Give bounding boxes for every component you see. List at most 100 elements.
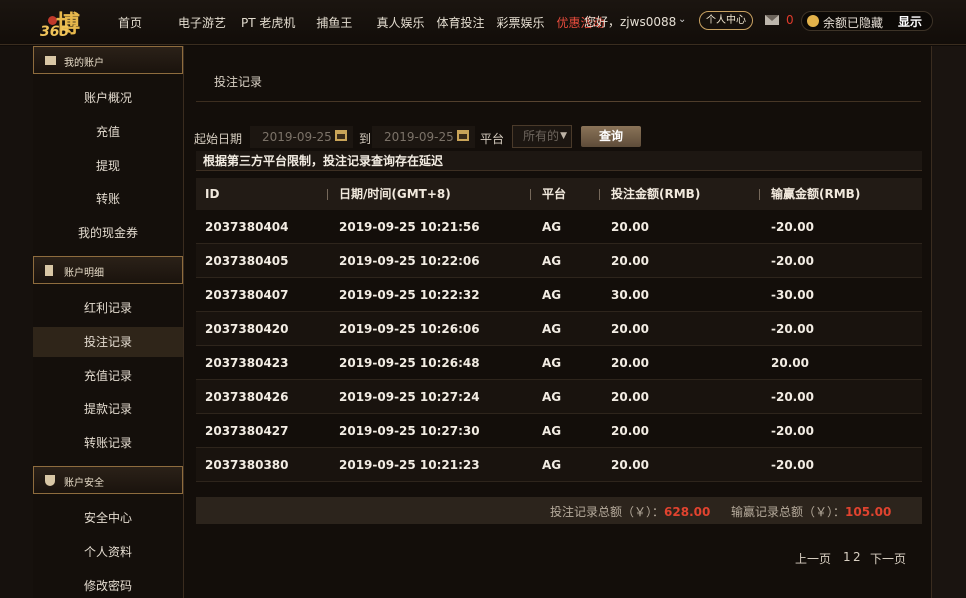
user-greeting[interactable]: 您好，zjws0088 <box>584 13 676 30</box>
sidebar-item-bet-records[interactable]: 投注记录 <box>33 327 183 357</box>
cell-datetime: 2019-09-25 10:27:24 <box>339 390 480 404</box>
balance-hidden-text: 余额已隐藏 <box>823 16 884 30</box>
cell-platform: AG <box>542 288 562 302</box>
bet-total: 投注记录总额（￥）：628.00 <box>550 503 710 520</box>
sidebar-item-bonus-records[interactable]: 红利记录 <box>33 293 183 323</box>
platform-select-value: 所有的 <box>523 129 560 143</box>
table-row: 2037380405 2019-09-25 10:22:06 AG 20.00 -20.… <box>196 244 922 278</box>
cell-bet-amount: 30.00 <box>611 288 649 302</box>
balance-box: 余额已隐藏 显示 <box>801 11 933 31</box>
cell-id: 2037380405 <box>205 254 289 268</box>
nav-lottery[interactable]: 彩票娱乐 <box>496 14 544 31</box>
to-label: 到 <box>359 132 372 146</box>
col-bet-amount: 投注金额(RMB) <box>611 187 701 201</box>
sidebar-item-deposit-records[interactable]: 充值记录 <box>33 361 183 391</box>
sidebar-item-account-overview[interactable]: 账户概况 <box>33 83 183 113</box>
query-button[interactable]: 查询 <box>581 126 641 147</box>
nav-egames[interactable]: 电子游艺 <box>178 14 226 31</box>
mail-count-badge: 0 <box>786 13 794 27</box>
nav-live-casino[interactable]: 真人娱乐 <box>376 14 424 31</box>
cell-bet-amount: 20.00 <box>611 356 649 370</box>
cell-id: 2037380380 <box>205 458 289 472</box>
col-platform: 平台 <box>542 187 567 201</box>
table-row: 2037380380 2019-09-25 10:21:23 AG 20.00 -20.… <box>196 448 922 482</box>
cell-id: 2037380426 <box>205 390 289 404</box>
sidebar-section-account-details: 账户明细 <box>33 256 183 284</box>
sidebar-section-account-security: 账户安全 <box>33 466 183 494</box>
cell-bet-amount: 20.00 <box>611 220 649 234</box>
bet-total-label: 投注记录总额（￥）： <box>550 505 665 519</box>
cell-win-loss: -20.00 <box>771 424 814 438</box>
cell-bet-amount: 20.00 <box>611 390 649 404</box>
next-page-link[interactable]: 下一页 <box>870 550 906 567</box>
cell-win-loss: -20.00 <box>771 322 814 336</box>
cell-id: 2037380427 <box>205 424 289 438</box>
col-id: ID <box>205 187 220 201</box>
sidebar-section-label: 账户明细 <box>64 268 104 279</box>
cell-datetime: 2019-09-25 10:26:06 <box>339 322 480 336</box>
sidebar-item-change-password[interactable]: 修改密码 <box>33 571 183 598</box>
sidebar-item-security-center[interactable]: 安全中心 <box>33 503 183 533</box>
top-bar: 博 365 首页 电子游艺 PT 老虎机 捕鱼王 真人娱乐 体育投注 彩票娱乐 … <box>0 0 966 45</box>
cell-win-loss: -30.00 <box>771 288 814 302</box>
win-total-label: 输赢记录总额（￥）： <box>731 505 846 519</box>
sidebar-item-profile[interactable]: 个人资料 <box>33 537 183 567</box>
sidebar-item-transfer-records[interactable]: 转账记录 <box>33 428 183 458</box>
personal-center-button[interactable]: 个人中心 <box>699 11 753 30</box>
logo-number: 365 <box>40 24 70 40</box>
nav-home[interactable]: 首页 <box>118 14 142 31</box>
cell-id: 2037380420 <box>205 322 289 336</box>
sidebar-item-transfer[interactable]: 转账 <box>33 184 183 214</box>
cell-platform: AG <box>542 254 562 268</box>
right-backdrop <box>932 46 966 598</box>
platform-label: 平台 <box>480 132 505 146</box>
win-total: 输赢记录总额（￥）：105.00 <box>731 503 891 520</box>
calendar-icon[interactable] <box>335 130 347 141</box>
col-separator <box>530 189 531 200</box>
sidebar-item-deposit[interactable]: 充值 <box>33 117 183 147</box>
page-2-link[interactable]: 2 <box>853 550 861 564</box>
cell-datetime: 2019-09-25 10:27:30 <box>339 424 480 438</box>
shield-icon <box>45 475 55 486</box>
nav-pt-slots[interactable]: PT 老虎机 <box>241 14 295 31</box>
col-separator <box>599 189 600 200</box>
sidebar: 我的账户 账户概况 充值 提现 转账 我的现金券 账户明细 红利记录 投注记录 … <box>33 46 183 598</box>
cell-win-loss: -20.00 <box>771 458 814 472</box>
sidebar-item-withdraw[interactable]: 提现 <box>33 151 183 181</box>
col-datetime: 日期/时间(GMT+8) <box>339 187 451 201</box>
bet-total-value: 628.00 <box>664 505 711 519</box>
cell-platform: AG <box>542 390 562 404</box>
table-row: 2037380426 2019-09-25 10:27:24 AG 20.00 -20.… <box>196 380 922 414</box>
platform-select[interactable]: 所有的 ▼ <box>512 125 572 148</box>
table-row: 2037380404 2019-09-25 10:21:56 AG 20.00 -20.… <box>196 210 922 244</box>
show-balance-link[interactable]: 显示 <box>898 13 922 30</box>
site-logo[interactable]: 博 365 <box>36 6 106 42</box>
cell-bet-amount: 20.00 <box>611 322 649 336</box>
coin-icon <box>807 15 819 27</box>
nav-sports[interactable]: 体育投注 <box>436 14 484 31</box>
nav-fishing[interactable]: 捕鱼王 <box>316 14 352 31</box>
cell-platform: AG <box>542 322 562 336</box>
table-row: 2037380423 2019-09-25 10:26:48 AG 20.00 20.0… <box>196 346 922 380</box>
table-header: ID 日期/时间(GMT+8) 平台 投注金额(RMB) 输赢金额(RMB) <box>196 178 922 210</box>
sidebar-item-withdraw-records[interactable]: 提款记录 <box>33 394 183 424</box>
mail-icon[interactable] <box>765 15 779 25</box>
dropdown-arrow-icon: ▼ <box>560 131 567 141</box>
page-1-link[interactable]: 1 <box>843 550 851 564</box>
left-backdrop <box>0 46 33 598</box>
prev-page-link[interactable]: 上一页 <box>795 550 831 567</box>
cell-platform: AG <box>542 424 562 438</box>
col-separator <box>759 189 760 200</box>
sidebar-item-coupons[interactable]: 我的现金券 <box>33 218 183 248</box>
main-nav: 首页 电子游艺 PT 老虎机 捕鱼王 真人娱乐 体育投注 彩票娱乐 优惠活动 <box>118 0 605 45</box>
totals-bar: 投注记录总额（￥）：628.00 输赢记录总额（￥）：105.00 <box>196 497 922 524</box>
calendar-icon[interactable] <box>457 130 469 141</box>
main-panel: 投注记录 起始日期 2019-09-25 到 2019-09-25 平台 所有的… <box>183 46 932 598</box>
chevron-down-icon[interactable]: ⌄ <box>678 14 686 25</box>
cell-win-loss: 20.00 <box>771 356 809 370</box>
cell-id: 2037380423 <box>205 356 289 370</box>
page-title: 投注记录 <box>214 75 263 89</box>
sidebar-section-label: 账户安全 <box>64 478 104 489</box>
cell-bet-amount: 20.00 <box>611 254 649 268</box>
table-body: 2037380404 2019-09-25 10:21:56 AG 20.00 -20.… <box>196 210 922 482</box>
